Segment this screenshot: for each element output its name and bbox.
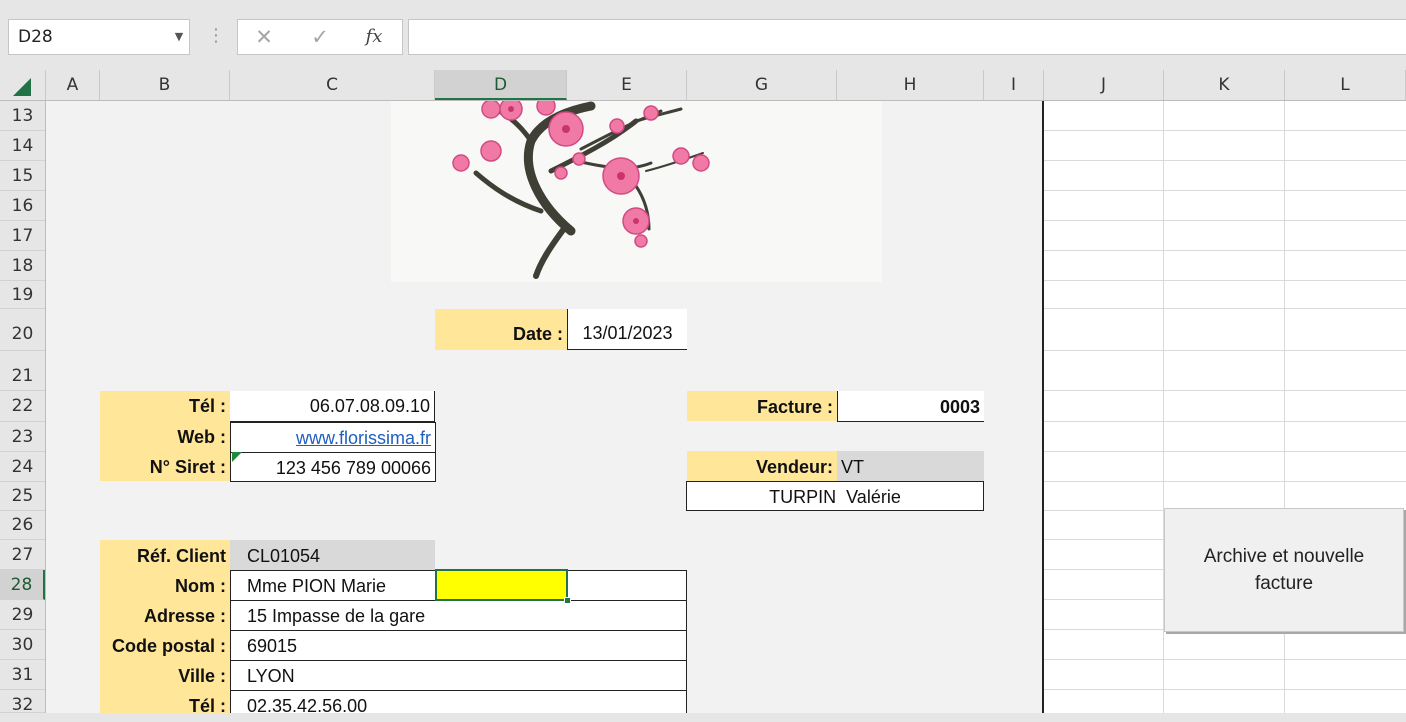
row-header-20[interactable]: 20 [0, 309, 45, 351]
column-header-h[interactable]: H [837, 70, 984, 100]
ref-client-label: Réf. Client [136, 546, 226, 566]
web-cell[interactable]: www.florissima.fr [230, 422, 436, 453]
row-header-13[interactable]: 13 [0, 101, 45, 131]
row-header-26[interactable]: 26 [0, 511, 45, 540]
ville-label: Ville : [178, 666, 226, 686]
insert-function-icon[interactable]: fx [354, 20, 394, 54]
tel-value[interactable]: 06.07.08.09.10 [230, 391, 435, 422]
error-indicator-icon[interactable] [232, 452, 242, 462]
tel-client-value[interactable]: 02.35.42.56.00 [230, 690, 687, 716]
tel-client-label: Tél : [188, 696, 226, 716]
drag-handle-icon[interactable]: ⋮ [207, 19, 225, 55]
archive-new-invoice-button[interactable]: Archive et nouvelle facture [1164, 508, 1404, 632]
row-header-24[interactable]: 24 [0, 452, 45, 482]
tel-label: Tél : [188, 396, 226, 416]
column-header-g[interactable]: G [687, 70, 837, 100]
vendeur-label: Vendeur: [687, 451, 837, 481]
name-box[interactable]: D28 [8, 19, 190, 55]
web-label: Web : [177, 427, 226, 447]
row-header-31[interactable]: 31 [0, 660, 45, 690]
row-header-30[interactable]: 30 [0, 630, 45, 660]
formula-input[interactable] [408, 19, 1406, 55]
column-header-k[interactable]: K [1164, 70, 1285, 100]
row-header-15[interactable]: 15 [0, 161, 45, 191]
row-header-14[interactable]: 14 [0, 131, 45, 161]
vendeur-name[interactable]: TURPIN Valérie [686, 481, 984, 511]
column-header-c[interactable]: C [230, 70, 435, 100]
nom-label: Nom : [175, 576, 226, 596]
column-header-e[interactable]: E [567, 70, 687, 100]
column-header-j[interactable]: J [1044, 70, 1164, 100]
row-header-16[interactable]: 16 [0, 191, 45, 221]
row-header-17[interactable]: 17 [0, 221, 45, 251]
facture-label: Facture : [687, 391, 837, 421]
row-header-19[interactable]: 19 [0, 281, 45, 309]
adresse-value[interactable]: 15 Impasse de la gare [230, 600, 687, 631]
formula-buttons: ✕ ✓ fx [237, 19, 403, 55]
column-headers: A B C D E G H I J K L [0, 70, 1406, 101]
row-header-28[interactable]: 28 [0, 570, 45, 600]
row-headers: 13 14 15 16 17 18 19 20 21 22 23 24 25 2… [0, 101, 46, 715]
date-value[interactable]: 13/01/2023 [567, 309, 687, 350]
row-header-22[interactable]: 22 [0, 391, 45, 422]
column-header-i[interactable]: I [984, 70, 1044, 100]
select-all-triangle-icon[interactable] [13, 78, 31, 96]
siret-value[interactable]: 123 456 789 00066 [230, 452, 436, 482]
column-header-a[interactable]: A [46, 70, 100, 100]
cherry-blossom-image[interactable] [391, 96, 882, 282]
ref-client-value[interactable]: CL01054 [230, 540, 435, 570]
confirm-icon[interactable]: ✓ [300, 20, 340, 54]
cancel-icon[interactable]: ✕ [244, 20, 284, 54]
row-header-32[interactable]: 32 [0, 690, 45, 715]
chevron-down-icon[interactable]: ▼ [168, 19, 190, 55]
web-link[interactable]: www.florissima.fr [296, 428, 431, 448]
code-postal-value[interactable]: 69015 [230, 630, 687, 661]
row-header-27[interactable]: 27 [0, 540, 45, 570]
code-postal-label: Code postal : [111, 636, 226, 656]
column-header-l[interactable]: L [1285, 70, 1406, 100]
column-header-d[interactable]: D [435, 70, 567, 100]
row-header-23[interactable]: 23 [0, 422, 45, 452]
row-header-18[interactable]: 18 [0, 251, 45, 281]
fill-handle[interactable] [564, 597, 571, 604]
adresse-label: Adresse : [143, 606, 226, 626]
row-header-21[interactable]: 21 [0, 351, 45, 391]
date-label: Date : [435, 309, 567, 350]
vendeur-code[interactable]: VT [837, 451, 984, 481]
column-header-b[interactable]: B [100, 70, 230, 100]
siret-label: N° Siret : [149, 457, 226, 477]
row-header-25[interactable]: 25 [0, 482, 45, 511]
ville-value[interactable]: LYON [230, 660, 687, 691]
active-cell-d28[interactable] [435, 569, 568, 601]
facture-number[interactable]: 0003 [837, 391, 984, 422]
row-header-29[interactable]: 29 [0, 600, 45, 630]
